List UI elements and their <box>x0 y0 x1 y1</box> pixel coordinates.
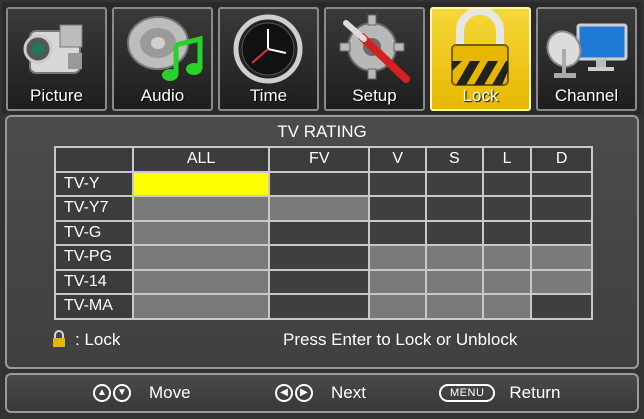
rating-cell[interactable] <box>368 170 428 197</box>
tab-lock[interactable]: Lock <box>430 7 531 111</box>
tab-time[interactable]: Time <box>218 7 319 111</box>
move-hint: ▲ ▼ Move <box>93 381 191 405</box>
rating-cell[interactable] <box>530 195 593 222</box>
tv-rating-panel: TV RATING ALL FV V S L D TV-Y TV-Y7 TV-G TV… <box>5 115 639 369</box>
rating-cell[interactable] <box>530 268 593 295</box>
tab-label: Time <box>249 86 288 105</box>
rating-cell[interactable] <box>481 293 533 320</box>
tab-channel[interactable]: Channel <box>536 7 637 111</box>
rating-cell[interactable] <box>268 293 371 320</box>
rating-cell[interactable] <box>131 219 271 246</box>
column-header: D <box>530 146 593 173</box>
rating-cell[interactable] <box>368 293 428 320</box>
next-hint: ◀ ▶ Next <box>275 381 366 405</box>
rating-row: TV-MA <box>54 293 593 320</box>
rating-row: TV-14 <box>54 268 593 295</box>
rating-cell[interactable] <box>481 170 533 197</box>
grid-corner <box>54 146 134 173</box>
rating-cell[interactable] <box>530 293 593 320</box>
return-label: Return <box>509 383 561 402</box>
rating-row-label: TV-14 <box>54 268 134 295</box>
rating-cell[interactable] <box>131 244 271 271</box>
panel-title: TV RATING <box>277 122 367 141</box>
instruction-text: Press Enter to Lock or Unblock <box>283 330 518 349</box>
rating-cell[interactable] <box>268 170 371 197</box>
rating-cell[interactable] <box>131 170 271 197</box>
next-label: Next <box>331 383 366 402</box>
rating-cell[interactable] <box>425 268 484 295</box>
tab-label: Lock <box>462 86 499 105</box>
rating-row: TV-G <box>54 219 593 246</box>
rating-cell[interactable] <box>481 219 533 246</box>
rating-row: TV-Y7 <box>54 195 593 222</box>
rating-row-label: TV-G <box>54 219 134 246</box>
rating-row: TV-PG <box>54 244 593 271</box>
rating-cell[interactable] <box>425 170 484 197</box>
tab-setup[interactable]: Setup <box>324 7 425 111</box>
rating-row-label: TV-Y <box>54 170 134 197</box>
gear-wrench-icon <box>339 14 410 83</box>
column-header: V <box>368 146 428 173</box>
tab-label: Setup <box>352 86 397 105</box>
rating-cell[interactable] <box>368 268 428 295</box>
rating-cell[interactable] <box>530 219 593 246</box>
menu-tab-bar: Picture Audio Time Setup Lock Channel <box>2 2 642 114</box>
navigation-hint-bar: ▲ ▼ Move ◀ ▶ Next MENU Return <box>5 373 639 413</box>
right-arrow-icon: ▶ <box>295 384 313 402</box>
tab-audio[interactable]: Audio <box>112 7 213 111</box>
rating-grid: ALL FV V S L D TV-Y TV-Y7 TV-G TV-PG TV-14 TV… <box>54 146 593 320</box>
grid-header-row: ALL FV V S L D <box>54 146 593 173</box>
return-hint: MENU Return <box>439 381 560 405</box>
column-header: S <box>425 146 484 173</box>
rating-cell[interactable] <box>368 244 428 271</box>
rating-cell[interactable] <box>268 244 371 271</box>
rating-cell[interactable] <box>368 195 428 222</box>
rating-cell[interactable] <box>481 244 533 271</box>
rating-cell[interactable] <box>530 170 593 197</box>
down-arrow-icon: ▼ <box>113 384 131 402</box>
rating-cell[interactable] <box>425 244 484 271</box>
rating-cell[interactable] <box>368 219 428 246</box>
rating-row-label: TV-Y7 <box>54 195 134 222</box>
tab-label: Picture <box>30 86 83 105</box>
rating-row: TV-Y <box>54 170 593 197</box>
audio-music-icon <box>127 16 203 81</box>
rating-cell[interactable] <box>131 293 271 320</box>
column-header: L <box>481 146 533 173</box>
tab-picture[interactable]: Picture <box>6 7 107 111</box>
rating-row-label: TV-PG <box>54 244 134 271</box>
rating-cell[interactable] <box>131 195 271 222</box>
tab-label: Channel <box>554 86 619 105</box>
tv-osd-screen: Picture Audio Time Setup Lock Channel TV… <box>0 0 644 419</box>
left-arrow-icon: ◀ <box>275 384 293 402</box>
tab-label: Audio <box>140 86 185 105</box>
rating-cell[interactable] <box>481 195 533 222</box>
menu-button[interactable]: MENU <box>439 384 496 402</box>
padlock-icon <box>53 330 65 347</box>
rating-cell[interactable] <box>425 219 484 246</box>
rating-cell[interactable] <box>425 195 484 222</box>
camcorder-icon <box>23 24 83 74</box>
column-header: ALL <box>131 146 271 173</box>
up-arrow-icon: ▲ <box>93 384 111 402</box>
rating-cell[interactable] <box>268 219 371 246</box>
rating-cell[interactable] <box>268 195 371 222</box>
lock-legend: : Lock <box>75 330 121 349</box>
padlock-icon <box>451 9 509 86</box>
satellite-monitor-icon <box>546 23 628 78</box>
column-header: FV <box>268 146 371 173</box>
move-label: Move <box>149 383 191 402</box>
rating-cell[interactable] <box>530 244 593 271</box>
rating-row-label: TV-MA <box>54 293 134 320</box>
rating-cell[interactable] <box>131 268 271 295</box>
rating-cell[interactable] <box>481 268 533 295</box>
clock-icon <box>233 14 303 84</box>
rating-cell[interactable] <box>268 268 371 295</box>
rating-cell[interactable] <box>425 293 484 320</box>
